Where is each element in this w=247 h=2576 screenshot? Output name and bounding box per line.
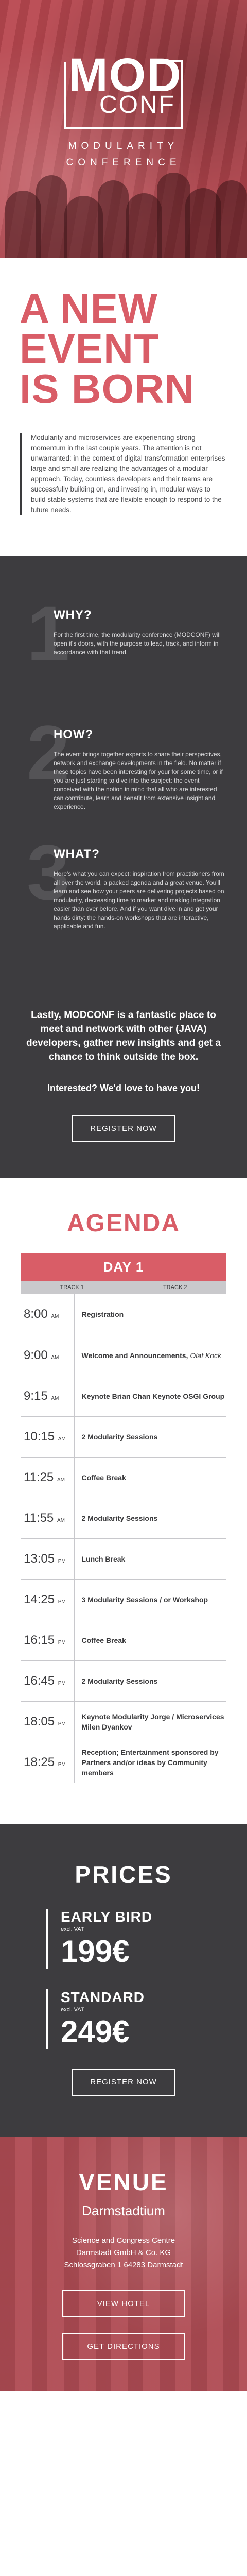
view-hotel-button[interactable]: VIEW HOTEL (62, 2290, 185, 2317)
closing-text: Lastly, MODCONF is a fantastic place to … (26, 1010, 221, 1062)
agenda-section: AGENDA DAY 1 TRACK 1 TRACK 2 8:00 AM Regi… (0, 1178, 247, 1824)
agenda-row: 8:00 AM Registration (21, 1294, 226, 1335)
hero-subtitle: MODULARITY CONFERENCE (66, 141, 181, 168)
price-early-bird: EARLY BIRD excl. VAT 199€ (46, 1908, 226, 1969)
agenda-row: 9:15 AM Keynote Brian Chan Keynote OSGI G… (21, 1376, 226, 1417)
day-header: DAY 1 (21, 1253, 226, 1281)
agenda-event: Keynote Modularity Jorge / Microservices… (74, 1701, 226, 1742)
register-button-prices[interactable]: REGISTER NOW (72, 2068, 175, 2096)
intro-section: A NEW EVENT IS BORN Modularity and micro… (0, 258, 247, 556)
intro-text: Modularity and microservices are experie… (31, 434, 225, 514)
venue-address: Science and Congress Centre Darmstadt Gm… (64, 2235, 183, 2269)
agenda-time: 10:15 AM (21, 1416, 75, 1458)
agenda-event: Keynote Brian Chan Keynote OSGI Group (74, 1376, 226, 1417)
point-text: For the first time, the modularity confe… (54, 631, 221, 656)
agenda-row: 11:55 AM 2 Modularity Sessions (21, 1498, 226, 1539)
track-headers: TRACK 1 TRACK 2 (21, 1281, 226, 1294)
agenda-row: 13:05 PM Lunch Break (21, 1538, 226, 1580)
agenda-event: 2 Modularity Sessions (74, 1660, 226, 1702)
agenda-row: 14:25 PM 3 Modularity Sessions / or Works… (21, 1579, 226, 1620)
agenda-time: 16:15 PM (21, 1620, 75, 1661)
track-2-header: TRACK 2 (163, 1284, 187, 1291)
track-1-header: TRACK 1 (21, 1281, 124, 1294)
agenda-event: 2 Modularity Sessions (74, 1498, 226, 1539)
agenda-event: 2 Modularity Sessions (74, 1416, 226, 1458)
price-standard: STANDARD excl. VAT 249€ (46, 1989, 226, 2049)
price-vat-note: excl. VAT (61, 1926, 84, 1933)
agenda-time: 16:45 PM (21, 1660, 75, 1702)
point-how: 2 HOW? The event brings together experts… (27, 714, 226, 815)
price-name: STANDARD (61, 1989, 145, 2005)
agenda-event: Coffee Break (74, 1457, 226, 1498)
agenda-time: 11:55 AM (21, 1498, 75, 1539)
venue-section: VENUE Darmstadtium Science and Congress … (0, 2137, 247, 2391)
agenda-event: Registration (74, 1294, 226, 1335)
agenda-event: 3 Modularity Sessions / or Workshop (74, 1579, 226, 1620)
agenda-event: Welcome and Announcements, Olaf Kock (74, 1335, 226, 1376)
get-directions-button[interactable]: GET DIRECTIONS (62, 2332, 185, 2360)
point-title: WHAT? (54, 847, 100, 861)
modconf-logo: MOD CONF (64, 52, 183, 129)
intro-headline: A NEW EVENT IS BORN (20, 285, 195, 412)
agenda-event: Lunch Break (74, 1538, 226, 1580)
point-text: The event brings together experts to sha… (54, 751, 223, 810)
closing-ask: Interested? We'd love to have you! (47, 1083, 200, 1093)
prices-section: PRICES EARLY BIRD excl. VAT 199€ STANDAR… (0, 1824, 247, 2137)
venue-title: VENUE (79, 2168, 168, 2195)
register-button[interactable]: REGISTER NOW (72, 1115, 175, 1142)
agenda-event: Coffee Break (74, 1620, 226, 1661)
agenda-time: 13:05 PM (21, 1538, 75, 1580)
price-name: EARLY BIRD (61, 1908, 153, 1925)
agenda-event: Reception; Entertainment sponsored by Pa… (74, 1742, 226, 1783)
agenda-table: 8:00 AM Registration 9:00 AM Welcome and An… (21, 1294, 226, 1783)
agenda-title: AGENDA (66, 1210, 180, 1237)
point-title: HOW? (54, 727, 94, 741)
agenda-row: 18:25 PM Reception; Entertainment sponsor… (21, 1742, 226, 1783)
agenda-row: 16:45 PM 2 Modularity Sessions (21, 1660, 226, 1702)
closing-block: Lastly, MODCONF is a fantastic place to … (0, 982, 247, 1178)
prices-title: PRICES (75, 1860, 172, 1888)
agenda-time: 11:25 AM (21, 1457, 75, 1498)
price-amount: 249€ (61, 2014, 130, 2049)
point-why: 1 WHY? For the first time, the modularit… (27, 595, 226, 696)
price-amount: 199€ (61, 1934, 130, 1969)
about-section: 1 WHY? For the first time, the modularit… (0, 556, 247, 1178)
venue-name: Darmstadtium (82, 2202, 165, 2218)
accent-bar (20, 433, 22, 515)
agenda-time: 14:25 PM (21, 1579, 75, 1620)
agenda-row: 16:15 PM Coffee Break (21, 1620, 226, 1661)
agenda-time: 9:15 AM (21, 1376, 75, 1417)
point-what: 3 WHAT? Here's what you can expect: insp… (27, 834, 226, 935)
agenda-row: 9:00 AM Welcome and Announcements, Olaf K… (21, 1335, 226, 1376)
agenda-row: 11:25 AM Coffee Break (21, 1457, 226, 1498)
agenda-row: 18:05 PM Keynote Modularity Jorge / Micro… (21, 1701, 226, 1742)
agenda-time: 18:05 PM (21, 1701, 75, 1742)
agenda-row: 10:15 AM 2 Modularity Sessions (21, 1416, 226, 1458)
hero-banner: MOD CONF MODULARITY CONFERENCE (0, 0, 247, 258)
agenda-time: 18:25 PM (21, 1742, 75, 1783)
price-vat-note: excl. VAT (61, 2006, 84, 2013)
point-text: Here's what you can expect: inspiration … (54, 870, 224, 930)
agenda-time: 8:00 AM (21, 1294, 75, 1335)
agenda-time: 9:00 AM (21, 1335, 75, 1376)
point-title: WHY? (54, 608, 92, 622)
